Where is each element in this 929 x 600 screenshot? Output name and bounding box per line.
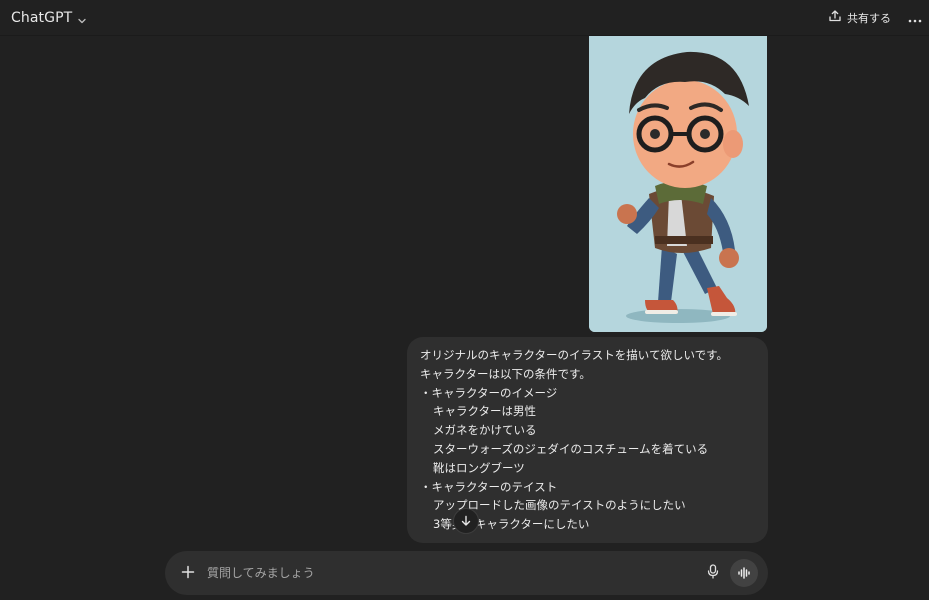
character-illustration [589,36,767,332]
plus-icon [181,564,195,583]
message-line: スターウォーズのジェダイのコスチュームを着ている [433,441,709,456]
message-line: オリジナルのキャラクターのイラストを描いて欲しいです。 [420,348,728,362]
voice-mode-icon [737,564,751,583]
attach-button[interactable] [177,562,199,584]
dictate-button[interactable] [703,563,723,583]
arrow-down-icon [460,512,472,531]
chat-app: ChatGPT 共有する オリジナルのキャラクターのイラストを描いて欲しいです。… [0,0,929,600]
share-label: 共有する [847,11,891,25]
message-line: ・キャラクターのテイスト [420,479,558,494]
message-line: ・キャラクターのイメージ [420,385,558,400]
message-line: キャラクターは以下の条件です。 [420,366,591,381]
microphone-icon [707,563,719,583]
uploaded-image[interactable] [589,36,767,332]
more-options-button[interactable] [903,5,927,30]
model-name: ChatGPT [11,9,73,26]
scroll-to-bottom-button[interactable] [453,508,479,534]
chevron-down-icon [76,12,88,24]
model-switcher[interactable]: ChatGPT [6,5,93,30]
message-line: メガネをかけている [433,423,537,438]
more-horizontal-icon [908,8,922,27]
prompt-input[interactable] [207,562,687,584]
message-line: キャラクターは男性 [433,404,537,419]
voice-mode-button[interactable] [730,559,758,587]
share-icon [828,8,842,27]
message-line: 靴はロングブーツ [433,460,525,475]
share-button[interactable]: 共有する [822,5,897,30]
top-bar: ChatGPT 共有する [0,0,929,36]
message-composer [165,551,768,595]
